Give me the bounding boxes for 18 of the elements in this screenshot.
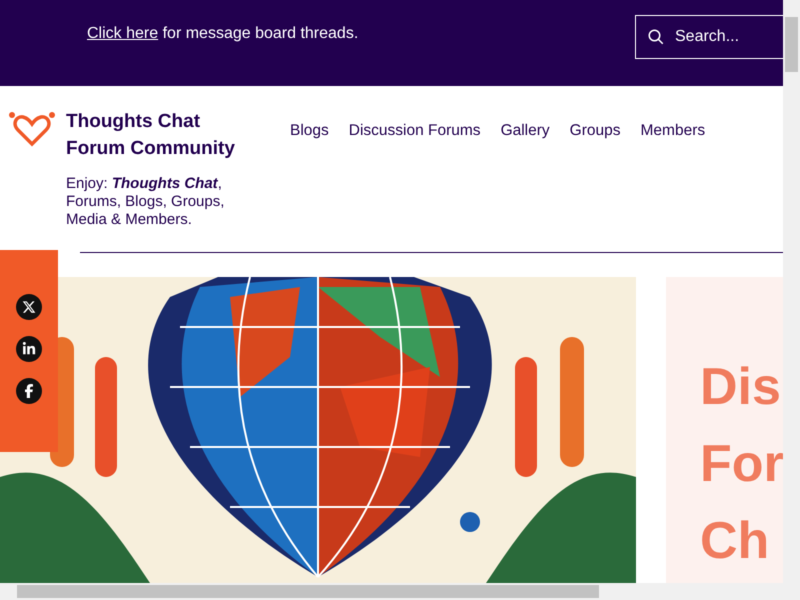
nav-link[interactable]: Blogs <box>290 118 329 144</box>
linkedin-icon[interactable] <box>16 336 42 362</box>
nav-link[interactable]: Discussion Forums <box>348 118 481 144</box>
search-icon <box>647 28 665 46</box>
banner-text: Click here for message board threads. <box>87 25 358 43</box>
site-tagline: Enjoy: Thoughts Chat, Forums, Blogs, Groups, Media & Members. <box>66 175 226 229</box>
vertical-scrollbar[interactable] <box>783 0 800 600</box>
search-field[interactable]: Search... <box>635 15 783 59</box>
x-icon[interactable] <box>16 294 42 320</box>
horizontal-scrollbar[interactable] <box>0 583 783 600</box>
click-here-link[interactable]: Click here <box>87 25 158 42</box>
nav-link[interactable]: Groups <box>570 118 621 144</box>
heart-logo-icon <box>8 111 56 147</box>
facebook-icon[interactable] <box>16 378 42 404</box>
nav-link[interactable]: Members <box>640 118 706 144</box>
nav-link[interactable]: Gallery <box>500 118 550 144</box>
site-title: Thoughts Chat Forum Community <box>66 110 236 161</box>
hero-heading: Dis For Ch <box>700 357 783 572</box>
